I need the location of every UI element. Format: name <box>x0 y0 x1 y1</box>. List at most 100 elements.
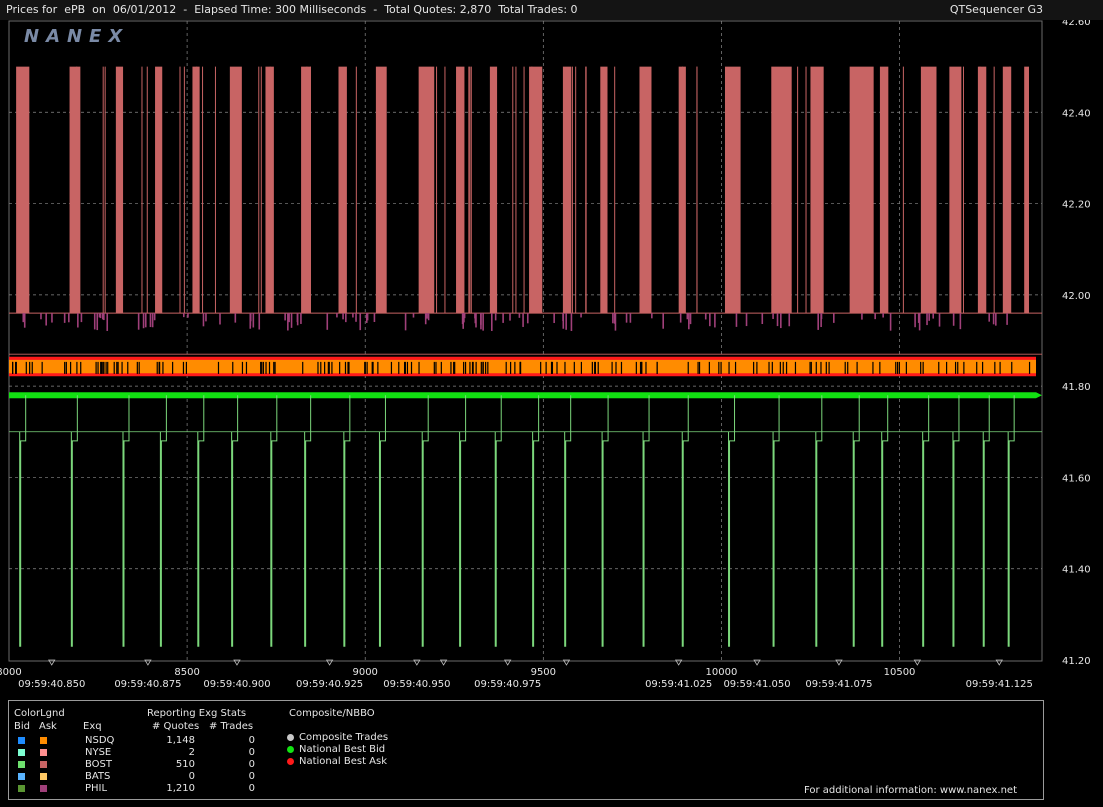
x-time-label: 09:59:40.975 <box>474 679 541 690</box>
bost-ask-spike <box>562 66 572 314</box>
bost-ask-spike <box>1024 66 1029 314</box>
phil-ask-swatch <box>40 785 47 792</box>
bost-ask-spike <box>301 66 311 314</box>
legend-exq: NSDQ <box>85 735 115 746</box>
composite-label: National Best Ask <box>299 756 388 767</box>
legend-panel: ColorLgnd Bid Ask Exq Reporting Exg Stat… <box>8 700 1044 800</box>
nyse-bid-swatch <box>18 749 25 756</box>
legend-exq: BOST <box>85 759 113 770</box>
quotes-header: # Quotes <box>152 721 200 732</box>
bost-ask-spike <box>724 66 741 314</box>
price-chart: 42.6042.4042.2042.0041.8041.6041.4041.20… <box>0 17 1091 690</box>
composite-label: Composite Trades <box>299 732 389 743</box>
bost-ask-spike <box>810 66 824 314</box>
x-time-label: 09:59:41.025 <box>645 679 712 690</box>
bost-bid-swatch <box>18 761 25 768</box>
total-quotes-value: 2,870 <box>459 3 492 16</box>
legend-trades: 0 <box>248 771 255 782</box>
bost-ask-spike <box>949 66 962 314</box>
bost-ask-spike <box>489 66 498 314</box>
trades-header: # Trades <box>209 721 254 732</box>
x-time-label: 09:59:40.900 <box>203 679 270 690</box>
x-tick-label: 8000 <box>0 667 22 678</box>
bost-ask-swatch <box>40 761 47 768</box>
bost-ask-spike <box>920 66 937 314</box>
x-time-label: 09:59:41.125 <box>966 679 1033 690</box>
composite-trades-dot <box>287 734 294 741</box>
bost-ask-spike <box>16 66 30 314</box>
legend-exq: NYSE <box>85 747 112 758</box>
bost-ask-spike <box>639 66 652 314</box>
ask-label: Ask <box>39 721 57 732</box>
exq-label: Exq <box>83 721 102 732</box>
legend-quotes: 1,148 <box>166 735 195 746</box>
chart-title: Prices for ePB on 06/01/2012 - Elapsed T… <box>6 3 578 16</box>
y-tick-label: 41.20 <box>1062 656 1091 667</box>
symbol: ePB <box>64 3 86 16</box>
bost-ask-spike <box>771 66 792 314</box>
bost-ask-spike <box>418 66 435 314</box>
composite-title: Composite/NBBO <box>289 708 375 719</box>
composite-label: National Best Bid <box>299 744 386 755</box>
total-trades-label: Total Trades: <box>498 3 568 16</box>
bats-ask-swatch <box>40 773 47 780</box>
app-name: QTSequencer G3 <box>949 3 1043 16</box>
legend-exq: PHIL <box>85 783 108 794</box>
bid-label: Bid <box>14 721 30 732</box>
y-tick-label: 42.00 <box>1062 291 1091 302</box>
legend-quotes: 1,210 <box>166 783 195 794</box>
x-time-label: 09:59:40.875 <box>114 679 181 690</box>
legend-exq: BATS <box>85 771 111 782</box>
bost-ask-spike <box>155 66 163 314</box>
footer-link[interactable]: For additional information: www.nanex.ne… <box>804 785 1017 796</box>
y-tick-label: 42.40 <box>1062 108 1091 119</box>
bost-ask-spike <box>529 66 543 314</box>
legend-quotes: 0 <box>188 771 195 782</box>
x-tick-label: 9000 <box>352 667 377 678</box>
y-tick-label: 41.80 <box>1062 382 1091 393</box>
total-trades-value: 0 <box>570 3 578 16</box>
elapsed-label: Elapsed Time: <box>194 3 272 16</box>
bost-ask-spike <box>115 66 124 314</box>
legend-trades: 0 <box>248 735 255 746</box>
y-tick-label: 41.40 <box>1062 565 1091 576</box>
x-tick-label: 10000 <box>706 667 738 678</box>
legend-trades: 0 <box>248 759 255 770</box>
bost-ask-spike <box>192 66 200 314</box>
x-time-label: 09:59:40.850 <box>18 679 85 690</box>
x-time-label: 09:59:41.050 <box>723 679 790 690</box>
total-quotes-label: Total Quotes: <box>384 3 457 16</box>
on-label: on <box>92 3 106 16</box>
x-tick-label: 8500 <box>174 667 199 678</box>
nsdq-bid-swatch <box>18 737 25 744</box>
prices-for-label: Prices for <box>6 3 58 16</box>
y-tick-label: 41.60 <box>1062 473 1091 484</box>
x-time-label: 09:59:41.075 <box>805 679 872 690</box>
bost-ask-spike <box>849 66 874 314</box>
nsdq-ask-swatch <box>40 737 47 744</box>
bost-ask-spike <box>338 66 347 314</box>
bost-ask-spike <box>977 66 987 314</box>
legend-quotes: 2 <box>188 747 195 758</box>
bost-ask-spike <box>69 66 81 314</box>
national-best-bid-line <box>9 392 1036 399</box>
bost-ask-spike <box>229 66 242 314</box>
bost-ask-spike <box>375 66 387 314</box>
bost-ask-spike <box>456 66 465 314</box>
phil-bid-swatch <box>18 785 25 792</box>
legend-trades: 0 <box>248 747 255 758</box>
colorlgnd-label: ColorLgnd <box>14 708 65 719</box>
national-best-ask-dot <box>287 758 294 765</box>
bost-ask-spike <box>600 66 608 314</box>
legend-quotes: 510 <box>175 759 195 770</box>
date: 06/01/2012 <box>112 3 177 16</box>
title-bar: Prices for ePB on 06/01/2012 - Elapsed T… <box>0 0 1103 20</box>
nyse-ask-swatch <box>40 749 47 756</box>
x-tick-label: 10500 <box>884 667 916 678</box>
national-best-bid-dot <box>287 746 294 753</box>
y-tick-label: 42.20 <box>1062 200 1091 211</box>
bost-ask-spike <box>879 66 889 314</box>
nanex-watermark: NANEX <box>24 26 129 47</box>
elapsed-value: 300 Milliseconds <box>275 3 367 16</box>
x-time-label: 09:59:40.925 <box>296 679 363 690</box>
